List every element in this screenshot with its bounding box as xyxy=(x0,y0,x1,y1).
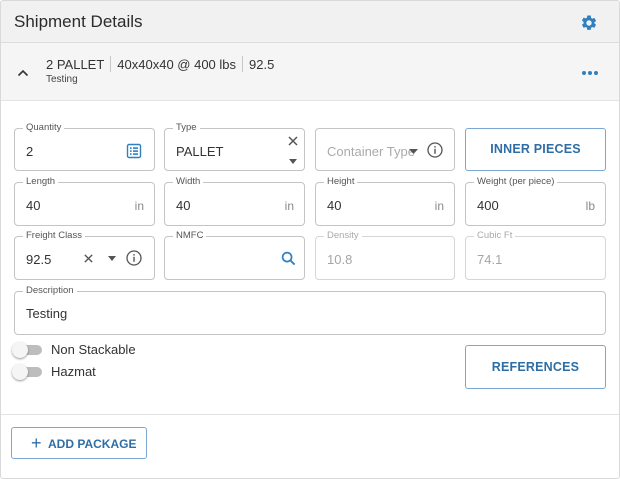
references-button[interactable]: REFERENCES xyxy=(465,345,606,389)
weight-value: 400 xyxy=(477,198,499,213)
width-value: 40 xyxy=(176,198,191,213)
package-summary-row[interactable]: 2 PALLET 40x40x40 @ 400 lbs 92.5 Testing xyxy=(1,43,619,101)
summary-description: Testing xyxy=(46,74,78,85)
quantity-field[interactable]: Quantity 2 xyxy=(14,122,155,171)
summary-line: 2 PALLET 40x40x40 @ 400 lbs 92.5 xyxy=(46,56,274,72)
weight-unit: lb xyxy=(585,199,595,213)
clear-icon[interactable] xyxy=(83,253,94,264)
summary-quantity-type: 2 PALLET xyxy=(46,57,105,72)
panel-header: Shipment Details xyxy=(1,1,619,43)
height-value: 40 xyxy=(327,198,342,213)
container-type-placeholder: Container Type xyxy=(327,144,415,159)
description-field[interactable]: Description Testing xyxy=(14,285,606,335)
search-icon[interactable] xyxy=(281,251,296,266)
height-unit: in xyxy=(434,199,444,213)
height-field[interactable]: Height 40 in xyxy=(315,176,455,226)
length-label: Length xyxy=(23,176,59,188)
clear-icon[interactable] xyxy=(287,135,299,147)
summary-freight-class: 92.5 xyxy=(249,57,275,72)
weight-field[interactable]: Weight (per piece) 400 lb xyxy=(465,176,606,226)
caret-down-icon[interactable] xyxy=(108,256,116,261)
density-value: 10.8 xyxy=(327,252,353,267)
description-value: Testing xyxy=(26,306,68,321)
cubic-ft-value: 74.1 xyxy=(477,252,503,267)
density-label: Density xyxy=(324,230,362,242)
panel-title: Shipment Details xyxy=(14,12,143,31)
length-value: 40 xyxy=(26,198,41,213)
hazmat-label: Hazmat xyxy=(51,364,96,379)
caret-down-icon[interactable] xyxy=(409,149,418,154)
non-stackable-toggle[interactable] xyxy=(12,342,42,358)
nmfc-label: NMFC xyxy=(173,230,207,242)
inner-pieces-button[interactable]: INNER PIECES xyxy=(465,128,606,171)
container-type-select[interactable]: Container Type xyxy=(315,128,455,171)
height-label: Height xyxy=(324,176,358,188)
length-field[interactable]: Length 40 in xyxy=(14,176,155,226)
summary-dims-weight: 40x40x40 @ 400 lbs xyxy=(117,57,237,72)
summary-divider xyxy=(110,56,112,72)
more-options-icon[interactable] xyxy=(582,71,598,77)
caret-down-icon[interactable] xyxy=(289,159,297,164)
weight-label: Weight (per piece) xyxy=(474,176,558,188)
plus-icon: + xyxy=(31,433,42,453)
shipment-details-panel: Shipment Details 2 PALLET 40x40x40 @ 400 … xyxy=(0,0,620,479)
freight-class-select[interactable]: Freight Class 92.5 xyxy=(14,230,155,280)
non-stackable-label: Non Stackable xyxy=(51,342,136,357)
footer-divider xyxy=(1,414,619,415)
freight-class-label: Freight Class xyxy=(23,230,85,242)
info-icon[interactable] xyxy=(126,250,142,266)
gear-icon[interactable] xyxy=(580,14,598,32)
add-package-button[interactable]: + ADD PACKAGE xyxy=(11,427,147,459)
type-value: PALLET xyxy=(176,144,224,159)
freight-class-value: 92.5 xyxy=(26,252,52,267)
length-unit: in xyxy=(134,199,144,213)
info-icon[interactable] xyxy=(427,142,443,158)
quantity-label: Quantity xyxy=(23,122,65,134)
description-label: Description xyxy=(23,285,77,297)
width-field[interactable]: Width 40 in xyxy=(164,176,305,226)
width-unit: in xyxy=(284,199,294,213)
type-label: Type xyxy=(173,122,200,134)
cubic-ft-label: Cubic Ft xyxy=(474,230,516,242)
width-label: Width xyxy=(173,176,204,188)
density-field: Density 10.8 xyxy=(315,230,455,280)
add-package-label: ADD PACKAGE xyxy=(48,437,137,451)
hazmat-toggle[interactable] xyxy=(12,364,42,380)
chevron-up-icon[interactable] xyxy=(16,66,30,80)
calculator-icon[interactable] xyxy=(126,143,142,159)
quantity-value: 2 xyxy=(26,144,34,159)
type-select[interactable]: Type PALLET xyxy=(164,122,305,171)
nmfc-field[interactable]: NMFC xyxy=(164,230,305,280)
cubic-ft-field: Cubic Ft 74.1 xyxy=(465,230,606,280)
summary-divider xyxy=(242,56,244,72)
